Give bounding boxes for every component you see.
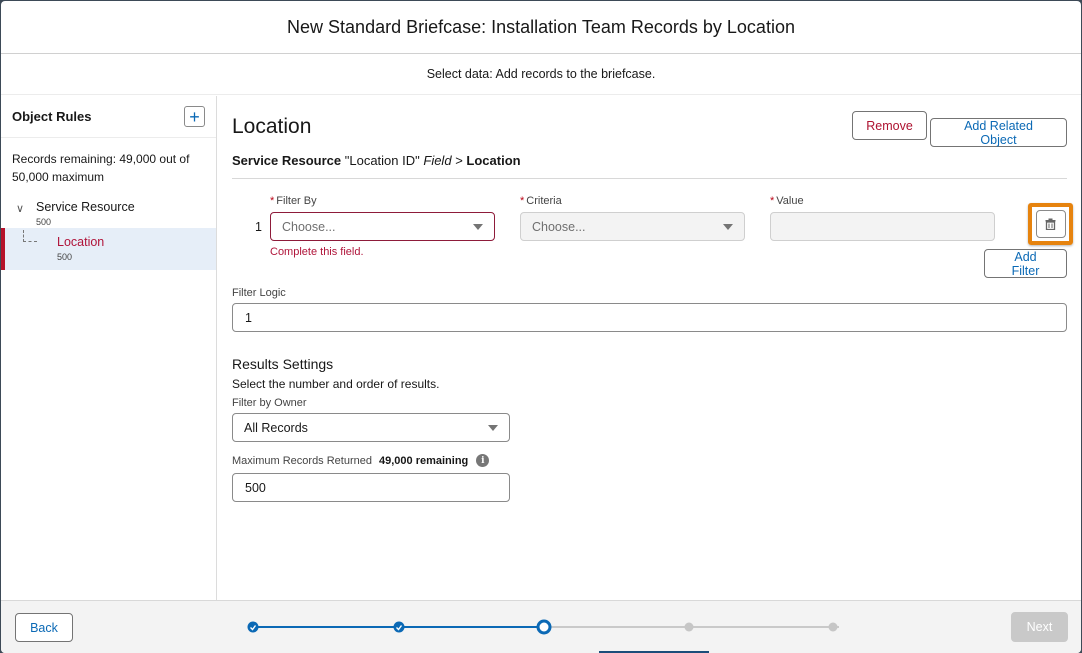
progress-step-3[interactable] [536, 619, 552, 635]
sidebar-title: Object Rules [12, 109, 92, 124]
tree-item-location[interactable]: Location 500 [1, 228, 216, 270]
sidebar-header: Object Rules + [1, 96, 216, 138]
progress-step-1[interactable] [247, 621, 259, 633]
highlight-box [1028, 203, 1073, 245]
caret-down-icon [488, 424, 498, 431]
info-icon[interactable]: i [476, 454, 490, 467]
tree-item-label: Location [57, 235, 105, 249]
max-records-label: Maximum Records Returned [232, 454, 372, 467]
value-label: * Value [770, 195, 995, 207]
label-text: Criteria [526, 195, 562, 207]
results-settings-title: Results Settings [232, 356, 334, 372]
modal-title: New Standard Briefcase: Installation Tea… [287, 16, 795, 37]
path-source: Service Resource [232, 153, 342, 168]
filter-by-owner-select[interactable]: All Records [232, 413, 510, 442]
tree-connector [23, 230, 37, 242]
tree-item-label: Service Resource [36, 200, 135, 214]
step-label: Select data: Add records to the briefcas… [427, 67, 656, 81]
selected-indicator [1, 228, 5, 270]
filter-number: 1 [255, 220, 262, 234]
max-records-remaining: 49,000 remaining [379, 454, 469, 467]
object-title: Location [232, 115, 312, 138]
select-placeholder: Choose... [282, 219, 336, 234]
check-icon [250, 624, 257, 630]
trash-icon [1045, 218, 1056, 230]
max-records-input[interactable]: 500 [232, 473, 510, 502]
results-settings-subtitle: Select the number and order of results. [232, 377, 440, 391]
step-name: Select data: [426, 67, 493, 81]
object-path: Service Resource "Location ID" Field > L… [232, 153, 1067, 179]
tree-item-count: 500 [57, 252, 73, 262]
progress-step-4[interactable] [684, 622, 694, 632]
briefcase-modal: New Standard Briefcase: Installation Tea… [1, 1, 1081, 653]
object-rules-sidebar: Object Rules + Records remaining: 49,000… [1, 96, 217, 600]
filter-row: 1 * Filter By Choose... Complete this fie… [232, 179, 1073, 269]
modal-footer: Back Next [1, 600, 1081, 653]
label-text: Value [776, 195, 804, 207]
back-button[interactable]: Back [15, 613, 73, 642]
tree-item-count: 500 [36, 217, 52, 227]
required-marker: * [270, 195, 275, 207]
object-detail-panel: Location Remove Add Related Object Servic… [217, 96, 1081, 600]
add-related-object-button[interactable]: Add Related Object [930, 118, 1067, 147]
progress-indicator [247, 619, 841, 635]
progress-step-5[interactable] [828, 622, 838, 632]
modal-header: New Standard Briefcase: Installation Tea… [1, 1, 1081, 54]
criteria-label: * Criteria [520, 195, 745, 207]
select-placeholder: Choose... [532, 219, 586, 234]
required-marker: * [770, 195, 775, 207]
filter-by-label: * Filter By [270, 195, 495, 207]
progress-step-2[interactable] [393, 621, 405, 633]
criteria-select[interactable]: Choose... [520, 212, 745, 241]
delete-filter-button[interactable] [1035, 210, 1066, 238]
label-text: Filter By [276, 195, 317, 207]
value-input[interactable] [770, 212, 995, 241]
field-error: Complete this field. [270, 246, 364, 258]
modal-subheader: Select data: Add records to the briefcas… [1, 54, 1081, 95]
caret-down-icon [473, 223, 483, 230]
filter-by-select[interactable]: Choose... [270, 212, 495, 241]
value-field: * Value [770, 195, 995, 241]
remove-button[interactable]: Remove [852, 111, 927, 140]
owner-label: Filter by Owner [232, 397, 307, 409]
filter-by-field: * Filter By Choose... Complete this field… [270, 195, 495, 258]
tree-item-service-resource[interactable]: ∨ Service Resource 500 [1, 186, 216, 228]
step-description: Add records to the briefcase. [492, 67, 656, 81]
next-button[interactable]: Next [1011, 612, 1068, 642]
filter-logic-input[interactable]: 1 [232, 303, 1067, 332]
path-target: Location [466, 153, 521, 168]
path-field-name: "Location ID" [344, 153, 420, 168]
max-records-label-row: Maximum Records Returned 49,000 remainin… [232, 454, 1067, 467]
caret-down-icon [723, 223, 733, 230]
plus-icon: + [189, 106, 200, 127]
path-field-word: Field [423, 153, 452, 168]
criteria-field: * Criteria Choose... [520, 195, 745, 241]
add-object-rule-button[interactable]: + [184, 106, 205, 127]
chevron-down-icon[interactable]: ∨ [16, 202, 28, 228]
check-icon [396, 624, 403, 630]
records-remaining: Records remaining: 49,000 out of 50,000 … [12, 152, 190, 184]
modal-body: Object Rules + Records remaining: 49,000… [1, 96, 1081, 600]
required-marker: * [520, 195, 525, 207]
path-separator: > [455, 153, 463, 168]
filter-logic-label: Filter Logic [232, 287, 286, 299]
select-value: All Records [244, 420, 308, 435]
